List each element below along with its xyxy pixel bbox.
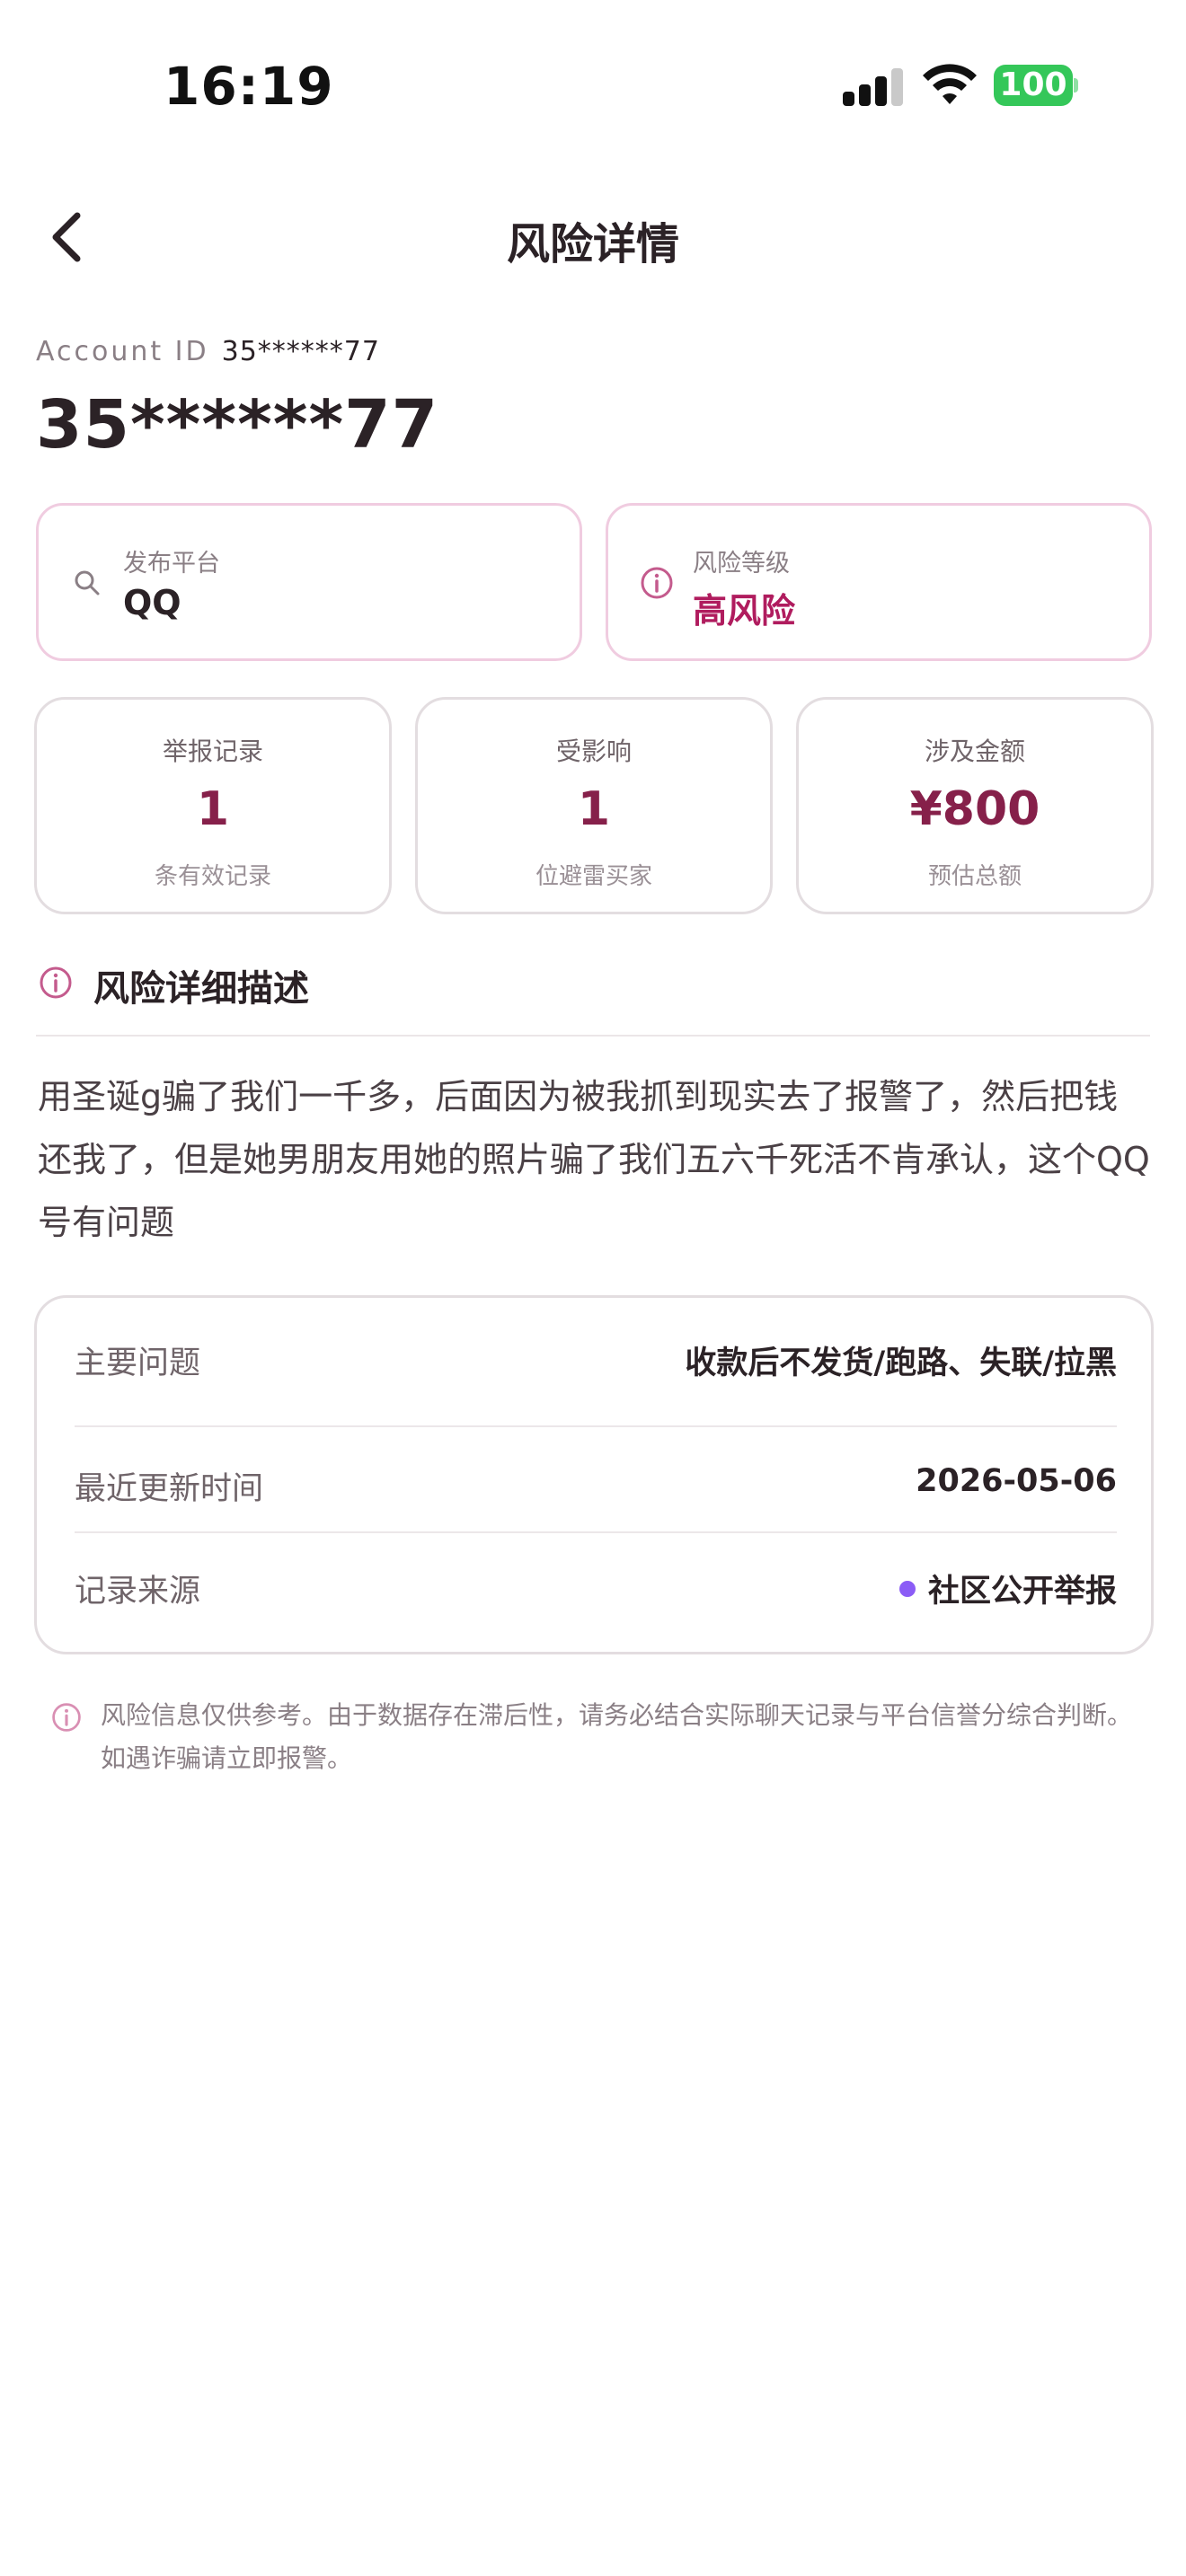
detail-value: 2026-05-06 (916, 1463, 1117, 1499)
stat-sub: 预估总额 (927, 863, 1022, 890)
detail-label: 最近更新时间 (75, 1471, 264, 1507)
cellular-signal-icon (843, 66, 904, 106)
stat-value: ¥800 (909, 782, 1040, 836)
detail-row-main-issue: 主要问题 收款后不发货/跑路、失联/拉黑 (75, 1298, 1117, 1404)
detail-label: 记录来源 (75, 1574, 201, 1610)
info-icon (641, 567, 673, 599)
account-id-row: Account ID 35******77 (36, 336, 380, 367)
stat-card-affected: 受影响 1 位避雷买家 (415, 697, 773, 914)
detail-value: 社区公开举报 (927, 1574, 1117, 1610)
risk-detail-page: 16:19 100 风险详情 Account ID 35******77 35**… (0, 0, 1186, 2576)
stat-sub: 条有效记录 (154, 863, 271, 890)
detail-label: 主要问题 (75, 1345, 201, 1381)
stat-label: 涉及金额 (924, 737, 1025, 766)
wifi-icon (923, 64, 977, 104)
stat-card-amount: 涉及金额 ¥800 预估总额 (796, 697, 1154, 914)
detail-value: 收款后不发货/跑路、失联/拉黑 (685, 1345, 1117, 1381)
details-box: 主要问题 收款后不发货/跑路、失联/拉黑 最近更新时间 2026-05-06 记… (34, 1295, 1154, 1654)
platform-label: 发布平台 (123, 550, 220, 578)
battery-icon: 100 (994, 65, 1078, 106)
section-divider (36, 1035, 1150, 1037)
account-id-label: Account ID (36, 336, 209, 367)
account-id-value: 35******77 (221, 336, 380, 367)
risk-level-card: 风险等级 高风险 (606, 503, 1152, 661)
stat-value: 1 (196, 782, 230, 836)
detail-row-source: 记录来源 社区公开举报 (75, 1515, 1117, 1621)
detail-value-wrap: 社区公开举报 (898, 1566, 1117, 1611)
risk-description: 用圣诞g骗了我们一千多，后面因为被我抓到现实去了报警了，然后把钱还我了，但是她男… (38, 1077, 1150, 1242)
stat-label: 举报记录 (162, 737, 263, 766)
risk-level-label: 风险等级 (693, 550, 790, 578)
battery-level: 100 (994, 65, 1073, 106)
stat-sub: 位避雷买家 (535, 863, 652, 890)
stat-card-reports: 举报记录 1 条有效记录 (34, 697, 392, 914)
platform-value: QQ (123, 583, 181, 622)
page-title: 风险详情 (506, 219, 679, 269)
stat-value: 1 (577, 782, 611, 836)
info-icon (52, 1703, 81, 1732)
account-display: 35******77 (36, 386, 439, 463)
search-icon (75, 570, 100, 595)
source-dot-icon (898, 1581, 916, 1597)
section-title: 风险详细描述 (93, 968, 309, 1010)
platform-card: 发布平台 QQ (36, 503, 582, 661)
disclaimer-text: 风险信息仅供参考。由于数据存在滞后性，请务必结合实际聊天记录与平台信誉分综合判断… (101, 1700, 1133, 1773)
stat-label: 受影响 (555, 737, 632, 766)
status-bar: 16:19 100 (0, 0, 1186, 171)
risk-level-value: 高风险 (693, 591, 796, 631)
detail-row-updated: 最近更新时间 2026-05-06 (75, 1409, 1117, 1515)
status-time: 16:19 (164, 56, 334, 117)
info-icon (40, 966, 72, 999)
